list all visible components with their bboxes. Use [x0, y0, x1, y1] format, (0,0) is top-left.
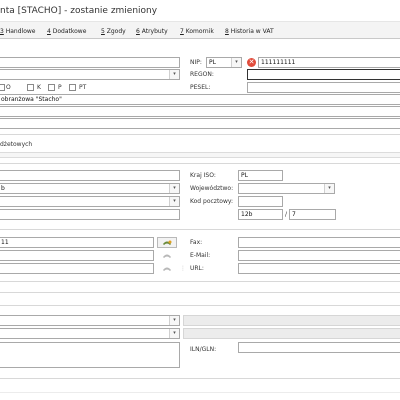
- checkbox-k-label: K: [37, 84, 41, 91]
- checkbox-pt[interactable]: [69, 84, 76, 91]
- nip-label: NIP:: [190, 59, 202, 66]
- phone2-input[interactable]: [0, 250, 154, 261]
- bank-name-field: [183, 315, 400, 326]
- url-link-icon[interactable]: ⋮: [180, 265, 186, 272]
- divider: [0, 305, 400, 306]
- voivodeship-select[interactable]: ▾: [238, 183, 335, 194]
- checkbox-pt-label: PT: [79, 84, 87, 91]
- country-value: PL: [241, 172, 248, 179]
- address-name-field[interactable]: [0, 170, 180, 181]
- regon-label: REGON:: [190, 71, 214, 78]
- house-number-input[interactable]: 12b: [238, 209, 283, 220]
- notes-textarea[interactable]: [0, 342, 180, 368]
- tab-zgody[interactable]: 5 Zgody: [101, 28, 126, 35]
- tab-label: Dodatkowe: [50, 28, 87, 35]
- fax-label: Fax:: [190, 239, 203, 246]
- tab-label: Atrybuty: [139, 28, 168, 35]
- iln-label: ILN/GLN:: [190, 346, 217, 353]
- divider: [0, 292, 400, 293]
- chevron-down-icon[interactable]: ▾: [169, 197, 179, 206]
- name-line-2[interactable]: [0, 106, 400, 117]
- phone-value: 11: [1, 239, 9, 246]
- slash-separator: /: [285, 211, 288, 218]
- city-combo[interactable]: b ▾: [0, 183, 180, 194]
- chevron-down-icon[interactable]: ▾: [169, 184, 179, 193]
- nip-value: 111111111: [261, 59, 296, 66]
- pesel-label: PESEL:: [190, 84, 211, 91]
- voivodeship-label: Województwo:: [190, 185, 234, 192]
- city-value: b: [1, 185, 5, 192]
- name-line-1[interactable]: obranżowa "Stacho": [0, 94, 400, 105]
- call-button-disabled[interactable]: [161, 250, 173, 261]
- bank-combo[interactable]: ▾: [0, 315, 180, 326]
- title-bar: nta [STACHO] - zostanie zmieniony: [0, 0, 400, 22]
- divider: [0, 229, 400, 230]
- divider: [0, 163, 400, 164]
- section-spacer: [0, 152, 400, 158]
- divider: [0, 392, 400, 393]
- chevron-down-icon[interactable]: ▾: [231, 58, 241, 67]
- house-number-value: 12b: [241, 211, 253, 218]
- nip-prefix-value: PL: [209, 59, 216, 66]
- chevron-down-icon[interactable]: ▾: [324, 184, 334, 193]
- checkbox-p-label: P: [58, 84, 62, 91]
- checkbox-o[interactable]: [0, 84, 5, 91]
- tab-bar: 3 Handlowe 4 Dodatkowe 5 Zgody 6 Atrybut…: [0, 22, 400, 39]
- section-label: dżetowych: [0, 141, 33, 148]
- email-label: E-Mail:: [190, 252, 211, 259]
- url-label: URL:: [190, 265, 204, 272]
- phone-input[interactable]: 11: [0, 237, 154, 248]
- checkbox-p[interactable]: [48, 84, 55, 91]
- chevron-down-icon[interactable]: ▾: [169, 70, 179, 79]
- divider: [0, 134, 400, 135]
- divider: [0, 281, 400, 282]
- tab-label: Zgody: [104, 28, 126, 35]
- nip-prefix-select[interactable]: PL ▾: [206, 57, 242, 68]
- name-line-3[interactable]: [0, 118, 400, 129]
- phone-icon: [163, 267, 171, 271]
- tab-komornik[interactable]: 7 Komornik: [180, 28, 214, 35]
- email-input[interactable]: [238, 250, 400, 261]
- iln-input[interactable]: [238, 342, 400, 353]
- post-office-field[interactable]: [0, 209, 180, 220]
- tab-dodatkowe[interactable]: 4 Dodatkowe: [47, 28, 86, 35]
- street-combo[interactable]: ▾: [0, 196, 180, 207]
- account-combo[interactable]: ▾: [0, 328, 180, 339]
- pesel-input[interactable]: [247, 82, 400, 93]
- tab-label: Handlowe: [3, 28, 36, 35]
- error-icon: ✕: [247, 58, 256, 67]
- postal-label: Kod pocztowy:: [190, 198, 234, 205]
- checkbox-o-label: O: [6, 84, 11, 91]
- group-combo[interactable]: ▾: [0, 69, 180, 80]
- sms-button-disabled[interactable]: [161, 263, 173, 274]
- tab-atrybuty[interactable]: 6 Atrybuty: [136, 28, 168, 35]
- divider: [0, 378, 400, 379]
- chevron-down-icon[interactable]: ▾: [169, 329, 179, 338]
- mobile-input[interactable]: [0, 263, 154, 274]
- apartment-number-input[interactable]: 7: [289, 209, 336, 220]
- tab-label: Komornik: [183, 28, 214, 35]
- chevron-down-icon[interactable]: ▾: [169, 316, 179, 325]
- tab-historia-vat[interactable]: 8 Historia w VAT: [225, 28, 274, 35]
- call-button[interactable]: [157, 237, 177, 248]
- fax-input[interactable]: [238, 237, 400, 248]
- postal-input[interactable]: [238, 196, 283, 207]
- phone-icon: [163, 240, 172, 245]
- phone-icon: [163, 254, 171, 258]
- regon-input[interactable]: [247, 69, 400, 80]
- apartment-number-value: 7: [292, 211, 296, 218]
- account-name-field: [183, 328, 400, 339]
- url-input[interactable]: [238, 263, 400, 274]
- name-line-value: obranżowa "Stacho": [1, 96, 62, 103]
- checkbox-k[interactable]: [27, 84, 34, 91]
- window-title: nta [STACHO] - zostanie zmieniony: [0, 6, 158, 16]
- country-label: Kraj ISO:: [190, 172, 216, 179]
- code-field[interactable]: [0, 57, 180, 68]
- country-input[interactable]: PL: [238, 170, 283, 181]
- tab-label: Historia w VAT: [228, 28, 274, 35]
- tab-handlowe[interactable]: 3 Handlowe: [0, 28, 35, 35]
- nip-input[interactable]: 111111111: [258, 57, 400, 68]
